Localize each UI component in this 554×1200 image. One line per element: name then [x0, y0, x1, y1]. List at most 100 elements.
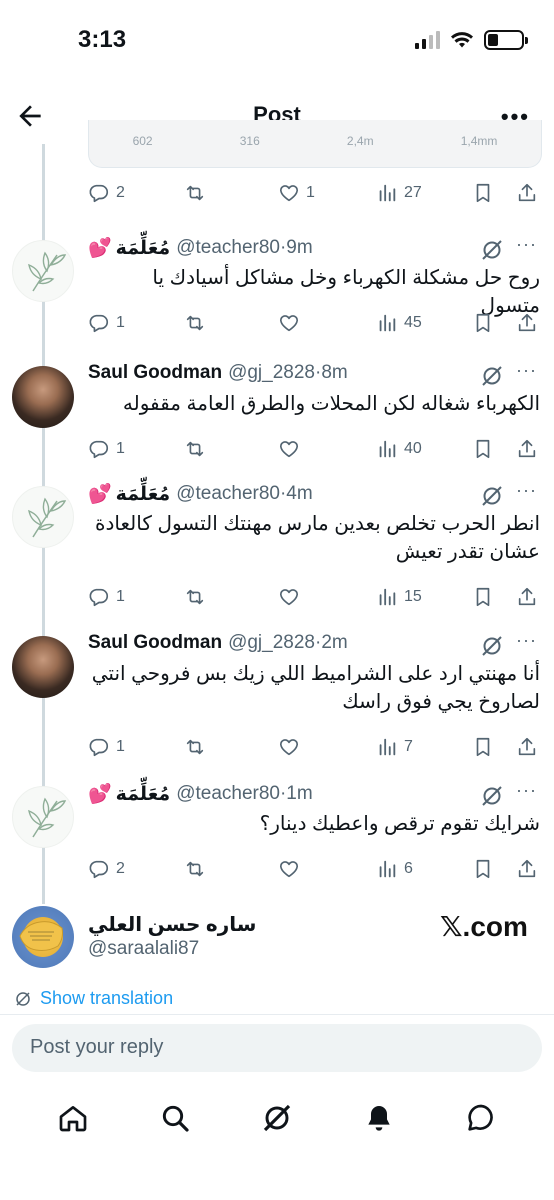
avatar[interactable]	[12, 636, 74, 698]
post-action-bar: 2 1 27	[88, 178, 544, 208]
repost-button[interactable]	[184, 586, 206, 608]
tab-home[interactable]	[57, 1102, 89, 1139]
views-icon	[379, 314, 396, 332]
source-handle: @saraalali87	[88, 938, 200, 959]
like-button[interactable]	[278, 312, 300, 334]
reply-author-name[interactable]: Saul Goodman	[88, 362, 222, 384]
avatar[interactable]	[12, 240, 74, 302]
status-bar: 3:13	[0, 0, 554, 84]
battery-icon	[484, 30, 528, 50]
reply-author-name[interactable]: مُعَلِّمَة	[116, 783, 171, 806]
messages-icon	[468, 1104, 493, 1131]
repost-icon	[186, 185, 204, 201]
bookmark-button[interactable]	[472, 312, 494, 334]
bookmark-button[interactable]	[472, 182, 494, 204]
reply-action-bar: 26	[88, 854, 544, 884]
reply-count: 2	[116, 860, 125, 877]
like-button[interactable]	[278, 586, 300, 608]
repost-icon	[186, 589, 204, 605]
more-options-icon[interactable]: ···	[516, 480, 537, 501]
grok-icon[interactable]	[480, 634, 504, 658]
repost-icon	[186, 441, 204, 457]
share-button[interactable]	[516, 736, 538, 758]
views-button[interactable]: 40	[376, 438, 422, 460]
x-logo: 𝕏.com	[440, 911, 528, 942]
repost-button[interactable]	[184, 736, 206, 758]
grok-icon[interactable]	[480, 364, 504, 388]
views-icon	[379, 184, 396, 202]
share-button[interactable]	[516, 312, 538, 334]
status-time: 3:13	[78, 26, 127, 53]
bookmark-button[interactable]	[472, 736, 494, 758]
bell-icon	[368, 1105, 390, 1131]
reply-author-name[interactable]: مُعَلِّمَة	[116, 483, 171, 506]
reply-author-name[interactable]: Saul Goodman	[88, 632, 222, 654]
source-avatar[interactable]	[12, 906, 74, 968]
heart-icon	[279, 589, 299, 606]
views-count: 27	[404, 184, 422, 201]
reply-icon	[89, 314, 109, 333]
grok-icon[interactable]	[480, 238, 504, 262]
repost-icon	[186, 861, 204, 877]
views-button[interactable]: 45	[376, 312, 422, 334]
tab-notifications[interactable]	[363, 1102, 395, 1139]
repost-button[interactable]	[184, 438, 206, 460]
repost-icon	[186, 739, 204, 755]
grok-icon	[263, 1104, 291, 1131]
tab-messages[interactable]	[465, 1102, 497, 1139]
views-count: 45	[404, 314, 422, 331]
like-button[interactable]	[278, 858, 300, 880]
tab-grok[interactable]	[261, 1102, 293, 1139]
bookmark-button[interactable]	[472, 438, 494, 460]
status-icons	[415, 30, 528, 50]
avatar[interactable]	[12, 366, 74, 428]
reply-action-bar: 17	[88, 732, 544, 762]
bookmark-button[interactable]	[472, 586, 494, 608]
views-button[interactable]: 27	[376, 182, 422, 204]
repost-button[interactable]	[184, 312, 206, 334]
reply-text: شرايك تقوم ترقص واعطيك دينار؟	[259, 813, 540, 835]
more-options-icon[interactable]: ···	[516, 360, 537, 381]
repost-button[interactable]	[184, 182, 206, 204]
more-options-icon[interactable]: ···	[516, 234, 537, 255]
bookmark-icon	[476, 859, 490, 879]
heart-emoji-icon: 💕	[88, 238, 112, 259]
reply-header: Saul Goodman @gj_2828·8m	[88, 362, 348, 384]
more-options-icon[interactable]: ···	[516, 780, 537, 801]
reply-icon	[89, 860, 109, 879]
like-button[interactable]: 1	[278, 182, 315, 204]
like-count: 1	[306, 184, 315, 201]
reply-composer[interactable]	[12, 1024, 542, 1072]
bookmark-button[interactable]	[472, 858, 494, 880]
like-button[interactable]	[278, 736, 300, 758]
share-button[interactable]	[516, 858, 538, 880]
avatar[interactable]	[12, 786, 74, 848]
views-button[interactable]: 7	[376, 736, 413, 758]
reply-author-name[interactable]: مُعَلِّمَة	[116, 237, 171, 260]
share-button[interactable]	[516, 438, 538, 460]
repost-button[interactable]	[184, 858, 206, 880]
views-icon	[379, 738, 396, 756]
grok-icon[interactable]	[480, 484, 504, 508]
share-button[interactable]	[516, 182, 538, 204]
reply-header: 💕 مُعَلِّمَة @teacher80·9m	[88, 236, 313, 260]
grok-icon[interactable]	[480, 784, 504, 808]
reply-icon	[89, 738, 109, 757]
heart-icon	[279, 441, 299, 458]
like-button[interactable]	[278, 438, 300, 460]
reply-text: أنا مهنتي ارد على الشراميط اللي زيك بس ف…	[91, 663, 540, 713]
avatar[interactable]	[12, 486, 74, 548]
reply-author-handle: @gj_2828·2m	[228, 632, 348, 653]
quoted-post-card[interactable]: 602 316 2,4m 1,4mm	[88, 120, 542, 168]
tab-search[interactable]	[159, 1102, 191, 1139]
share-button[interactable]	[516, 586, 538, 608]
views-button[interactable]: 6	[376, 858, 413, 880]
reply-count: 2	[116, 184, 125, 201]
reply-input[interactable]	[30, 1036, 510, 1059]
show-translation-link[interactable]: Show translation	[14, 988, 173, 1009]
views-button[interactable]: 15	[376, 586, 422, 608]
bookmark-icon	[476, 737, 490, 757]
views-count: 6	[404, 860, 413, 877]
more-options-icon[interactable]: ···	[516, 630, 537, 651]
kuwait-map-icon	[19, 921, 63, 951]
